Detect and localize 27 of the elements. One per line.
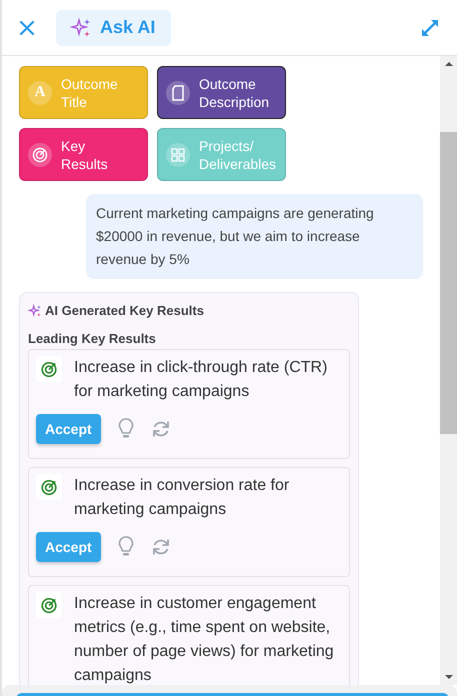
accept-button[interactable]: Accept	[36, 532, 101, 562]
page-icon	[171, 84, 185, 100]
prompt-chip[interactable]: Projects/ Deliverables	[157, 128, 286, 181]
user-message: Current marketing campaigns are generating $20000 in revenue, but we aim to increase revenue by 5%	[86, 194, 423, 279]
card-title: AI Generated Key Results	[45, 303, 204, 318]
scrollbar[interactable]	[440, 56, 457, 685]
target-icon	[36, 592, 62, 618]
grid-icon	[171, 148, 185, 162]
key-result-text: Increase in customer engagement metrics (e.g., time spent on website, number of page views) for marketing campaigns	[74, 594, 335, 685]
letter-icon: A	[34, 84, 46, 101]
target-icon	[32, 146, 48, 162]
prompt-chip[interactable]: Key Results	[19, 128, 148, 181]
target-icon	[36, 474, 62, 500]
key-result-text: Increase in click-through rate (CTR) for marketing campaigns	[74, 358, 328, 402]
ask-ai-button[interactable]: Ask AI	[56, 10, 172, 46]
close-button[interactable]	[18, 18, 36, 36]
prompt-chip[interactable]: A Outcome Title	[19, 66, 148, 119]
section-heading: Leading Key Results	[28, 331, 157, 346]
refresh-icon[interactable]	[150, 537, 171, 557]
target-icon	[36, 356, 62, 382]
key-result-text: Increase in conversion rate for marketing campaigns	[74, 476, 290, 520]
sparkles-icon	[28, 304, 42, 318]
close-icon	[19, 20, 35, 36]
refresh-icon[interactable]	[150, 419, 171, 439]
accept-button[interactable]: Accept	[36, 414, 101, 444]
prompt-chip[interactable]: Outcome Description	[157, 66, 286, 119]
sparkles-icon	[70, 16, 92, 38]
